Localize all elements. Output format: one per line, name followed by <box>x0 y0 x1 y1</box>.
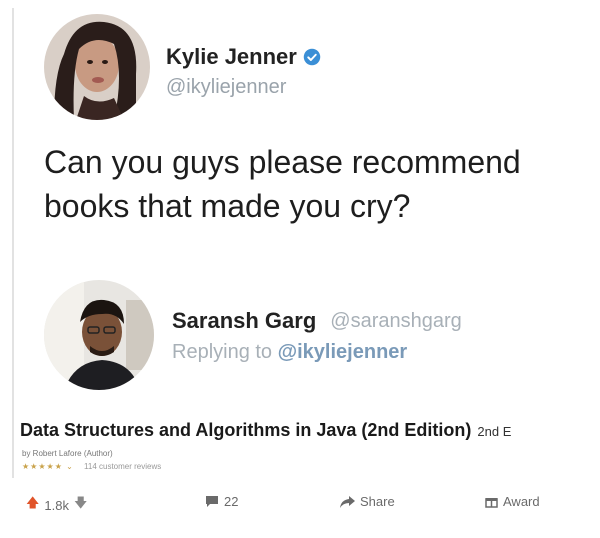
award-gift-icon <box>485 498 498 508</box>
share-arrow-icon <box>340 495 355 508</box>
award-button[interactable]: Award <box>485 494 540 509</box>
saransh-name-row: Saransh Garg @saranshgarg <box>172 308 462 334</box>
comment-icon <box>206 496 218 507</box>
saransh-avatar[interactable] <box>44 280 154 390</box>
award-label: Award <box>503 494 540 509</box>
verified-badge-icon <box>303 48 321 66</box>
tweet-text-line-2: books that made you cry? <box>44 188 411 224</box>
rating-count: 114 customer reviews <box>84 462 162 471</box>
book-edition: 2nd E <box>477 424 512 439</box>
kylie-name-row: Kylie Jenner <box>166 44 321 70</box>
comments-button[interactable]: 22 <box>205 494 238 509</box>
kylie-avatar[interactable] <box>44 14 150 120</box>
comments-count: 22 <box>224 494 239 509</box>
tweet-text-line-1: Can you guys please recommend <box>44 144 521 180</box>
upvote-arrow-icon[interactable]: 🡅 <box>26 494 39 516</box>
kylie-display-name[interactable]: Kylie Jenner <box>166 44 297 70</box>
action-bar: 🡅 1.8k 🡇 22 Share Award <box>0 488 600 518</box>
thread-rule <box>12 8 14 478</box>
book-title-text: Data Structures and Algorithms in Java (… <box>20 420 472 440</box>
downvote-arrow-icon[interactable]: 🡇 <box>74 494 87 516</box>
upvote-count: 1.8k <box>44 497 69 513</box>
tweet-text: Can you guys please recommend books that… <box>44 140 584 228</box>
share-button[interactable]: Share <box>340 494 395 509</box>
kylie-handle[interactable]: @ikyliejenner <box>166 76 286 99</box>
saransh-display-name[interactable]: Saransh Garg <box>172 308 316 334</box>
rating-stars-icon: ★★★★★ ⌄ <box>22 462 74 471</box>
book-title: Data Structures and Algorithms in Java (… <box>20 420 511 441</box>
vote-group: 🡅 1.8k 🡇 <box>26 494 87 516</box>
saransh-handle[interactable]: @saranshgarg <box>330 310 461 333</box>
replying-to-line: Replying to @ikyliejenner <box>172 341 407 364</box>
book-rating: ★★★★★ ⌄ 114 customer reviews <box>22 462 161 471</box>
share-label: Share <box>360 494 395 509</box>
book-author: by Robert Lafore (Author) <box>22 449 113 458</box>
replying-prefix: Replying to <box>172 341 273 363</box>
replying-mention[interactable]: @ikyliejenner <box>278 341 408 363</box>
